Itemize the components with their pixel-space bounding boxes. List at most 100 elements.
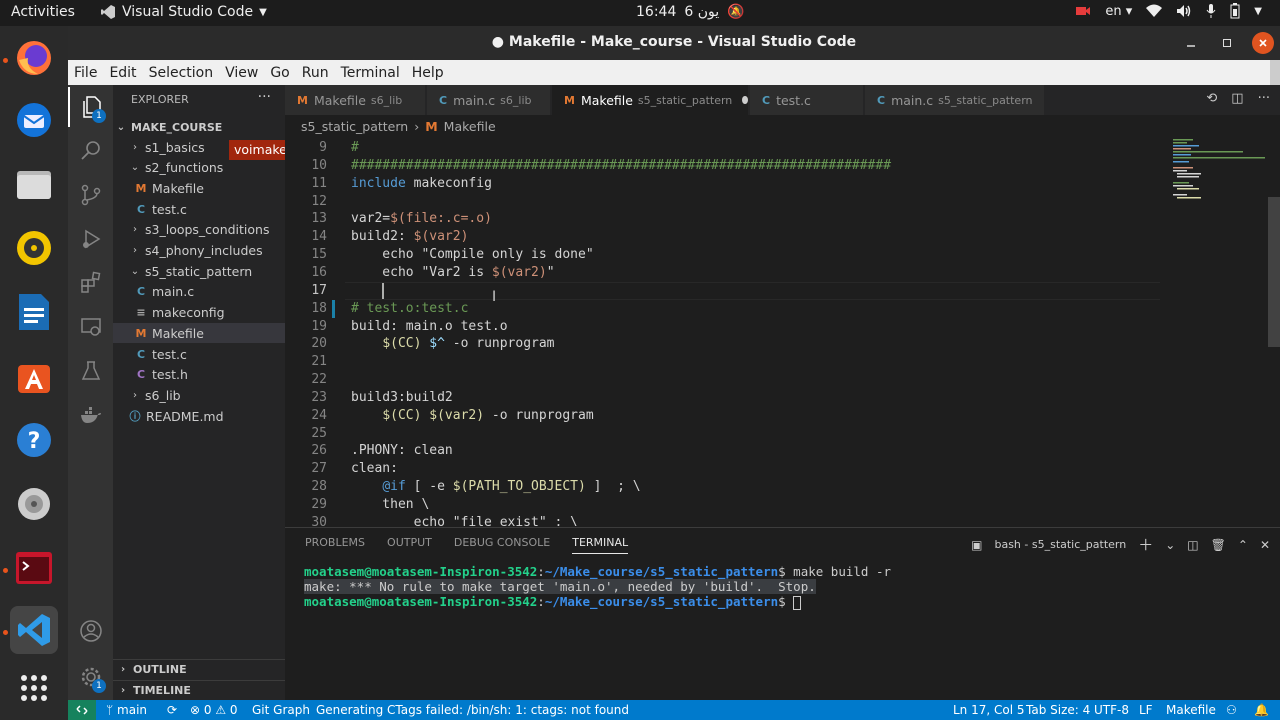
clock[interactable]: 16:44 يون 6 🔕 — [636, 4, 745, 20]
trash-icon[interactable]: 🗑 — [1211, 538, 1226, 552]
dock-vscode[interactable] — [10, 606, 58, 654]
panel-tab-debug-console[interactable]: DEBUG CONSOLE — [454, 536, 550, 554]
editor-tab[interactable]: Cmain.c s5_static_pattern — [865, 85, 1045, 115]
feedback-icon[interactable]: ⚇ — [1226, 703, 1237, 717]
dock-files[interactable] — [10, 160, 58, 208]
window-title-bar[interactable]: ● Makefile - Make_course - Visual Studio… — [68, 26, 1280, 60]
manage-button[interactable]: 1 — [68, 657, 113, 697]
notifications-icon[interactable]: 🔔 — [1254, 703, 1269, 717]
branch-indicator[interactable]: ᛘ main — [106, 703, 147, 717]
search-view-button[interactable] — [68, 131, 113, 171]
editor-scrollbar[interactable] — [1268, 197, 1280, 347]
run-debug-button[interactable] — [68, 219, 113, 259]
dock-disks[interactable] — [10, 480, 58, 528]
cursor-position[interactable]: Ln 17, Col 5 — [953, 703, 1025, 717]
tree-folder[interactable]: › s3_loops_conditions — [113, 220, 285, 240]
language-mode[interactable]: Makefile — [1166, 703, 1216, 717]
tree-file[interactable]: ⓘ README.md — [113, 406, 285, 426]
tree-folder[interactable]: › s4_phony_includes — [113, 241, 285, 261]
terminal-name[interactable]: bash - s5_static_pattern — [994, 538, 1126, 551]
breadcrumb-file[interactable]: Makefile — [444, 119, 496, 134]
accounts-button[interactable] — [68, 611, 113, 651]
menu-view[interactable]: View — [219, 65, 264, 81]
tree-file[interactable]: Ctest.h — [113, 365, 285, 385]
activities-button[interactable]: Activities — [11, 4, 75, 20]
menu-file[interactable]: File — [68, 65, 103, 81]
system-tray[interactable]: en ▾ ▼ — [1075, 3, 1262, 19]
outline-section[interactable]: › OUTLINE — [113, 659, 285, 679]
testing-button[interactable] — [68, 351, 113, 391]
panel-tab-output[interactable]: OUTPUT — [387, 536, 432, 554]
explorer-view-button[interactable]: 1 — [68, 87, 113, 127]
source-control-button[interactable] — [68, 175, 113, 215]
timeline-section[interactable]: › TIMELINE — [113, 680, 285, 700]
maximize-panel-icon[interactable]: ⌃ — [1238, 538, 1248, 552]
encoding[interactable]: UTF-8 — [1094, 703, 1129, 717]
menu-selection[interactable]: Selection — [143, 65, 220, 81]
language-indicator[interactable]: en ▾ — [1105, 4, 1132, 19]
tab-size[interactable]: Tab Size: 4 — [1026, 703, 1090, 717]
tab-label: Makefile — [580, 92, 633, 108]
tree-file[interactable]: Ctest.c — [113, 344, 285, 364]
dock-thunderbird[interactable] — [10, 96, 58, 144]
extensions-button[interactable] — [68, 263, 113, 303]
maximize-button[interactable] — [1216, 32, 1238, 54]
breadcrumb-folder[interactable]: s5_static_pattern — [301, 119, 408, 134]
panel-tab-terminal[interactable]: TERMINAL — [572, 536, 629, 554]
menu-terminal[interactable]: Terminal — [335, 65, 406, 81]
split-editor-icon[interactable]: ◫ — [1231, 91, 1243, 106]
tree-folder[interactable]: ⌄ s2_functions — [113, 158, 285, 178]
tab-description: s6_lib — [370, 93, 403, 107]
project-root-header[interactable]: ⌄ MAKE_COURSE — [113, 117, 285, 137]
terminal-line-1[interactable]: moatasem@moatasem-Inspiron-3542:~/Make_c… — [304, 564, 891, 579]
editor-tab[interactable]: Cmain.c s6_lib — [427, 85, 551, 115]
dock-rhythmbox[interactable] — [10, 224, 58, 272]
menu-edit[interactable]: Edit — [103, 65, 142, 81]
minimize-button[interactable] — [1180, 32, 1202, 54]
power-menu-icon[interactable]: ▼ — [1254, 6, 1262, 17]
tree-folder[interactable]: ⌄ s5_static_pattern — [113, 261, 285, 281]
editor-tab[interactable]: M Makefile s6_lib — [285, 85, 426, 115]
timeline-history-icon[interactable]: ⟲ — [1206, 91, 1217, 106]
dock-terminal[interactable] — [10, 544, 58, 592]
dock-show-applications[interactable] — [10, 664, 58, 712]
remote-indicator[interactable] — [68, 700, 96, 720]
tree-file[interactable]: M Makefile — [113, 323, 285, 344]
menu-go[interactable]: Go — [264, 65, 295, 81]
sync-icon[interactable]: ⟳ — [167, 703, 177, 717]
split-terminal-icon[interactable]: ◫ — [1187, 538, 1198, 552]
menubar-scrollbar[interactable] — [1270, 60, 1280, 85]
menu-help[interactable]: Help — [406, 65, 450, 81]
code-editor[interactable]: 9 #10 ####################################… — [285, 137, 1280, 526]
line-ending[interactable]: LF — [1139, 703, 1153, 717]
editor-tab[interactable]: Ctest.c — [750, 85, 864, 115]
close-panel-icon[interactable]: ✕ — [1260, 538, 1270, 552]
remote-explorer-button[interactable] — [68, 307, 113, 347]
dock-help[interactable]: ? — [10, 416, 58, 464]
dock-libreoffice-writer[interactable] — [10, 288, 58, 336]
editor-tab[interactable]: M Makefile s5_static_pattern — [552, 85, 749, 115]
new-terminal-icon[interactable]: ＋ — [1138, 534, 1153, 555]
close-window-button[interactable] — [1252, 32, 1274, 54]
unsaved-dot-icon[interactable] — [742, 96, 748, 104]
terminal-line-3[interactable]: moatasem@moatasem-Inspiron-3542:~/Make_c… — [304, 594, 802, 610]
problems-indicator[interactable]: ⊗ 0 ⚠ 0 — [190, 703, 238, 717]
chevron-down-icon[interactable]: ⌄ — [1165, 538, 1175, 552]
docker-button[interactable] — [68, 395, 113, 435]
tree-file[interactable]: Ctest.c — [113, 199, 285, 219]
tree-file[interactable]: Cmain.c — [113, 282, 285, 302]
git-graph-button[interactable]: Git Graph — [252, 703, 310, 717]
panel-tab-problems[interactable]: PROBLEMS — [305, 536, 365, 554]
tree-file[interactable]: ≡ makeconfig — [113, 303, 285, 323]
dock-app-center[interactable] — [10, 352, 58, 400]
tree-folder[interactable]: › s6_lib — [113, 385, 285, 405]
more-actions-icon[interactable]: ··· — [258, 89, 271, 105]
dock-firefox[interactable] — [10, 34, 58, 82]
menu-run[interactable]: Run — [296, 65, 335, 81]
tree-item-label: main.c — [152, 284, 195, 300]
terminal-line-2[interactable]: make: *** No rule to make target 'main.o… — [304, 579, 816, 594]
more-actions-icon[interactable]: ··· — [1258, 91, 1270, 106]
tree-file[interactable]: M Makefile — [113, 178, 285, 198]
minimap[interactable] — [1165, 137, 1265, 526]
app-menu[interactable]: Visual Studio Code ▼ — [100, 4, 267, 20]
